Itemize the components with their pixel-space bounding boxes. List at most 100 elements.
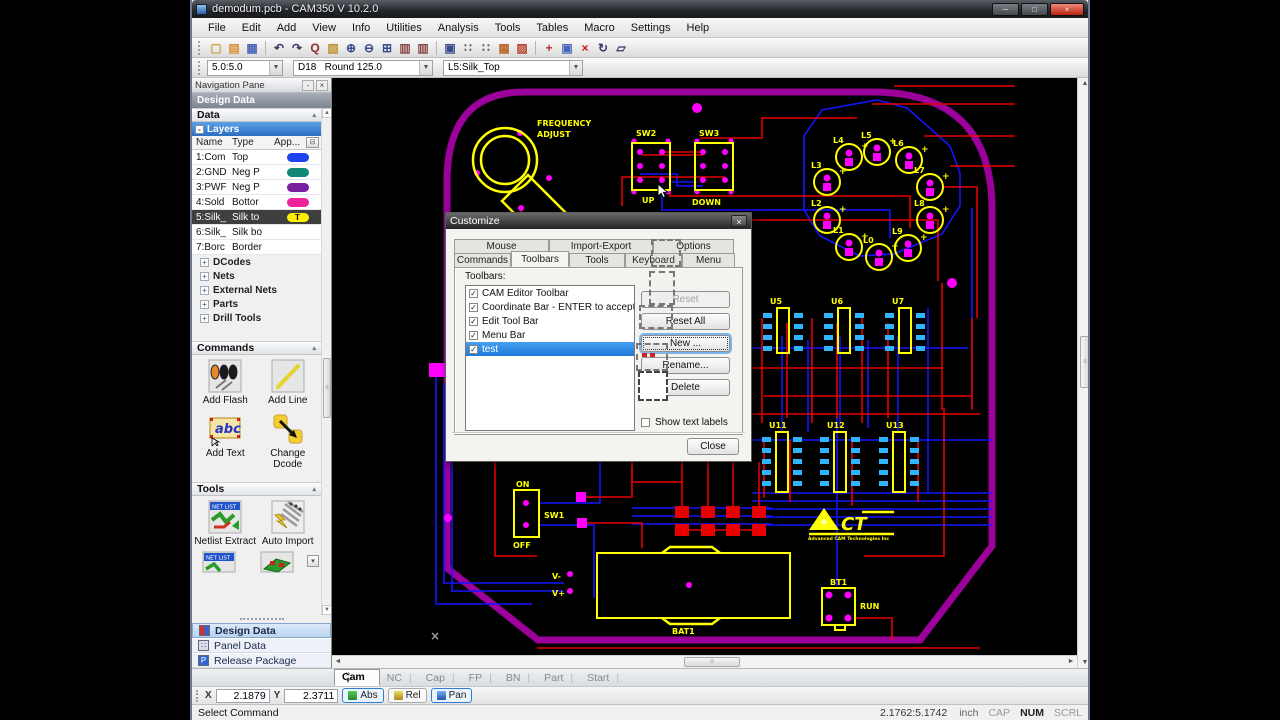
layer-color-swatch[interactable]: [287, 198, 309, 207]
toolbar-grip[interactable]: [198, 61, 202, 75]
document-tab[interactable]: BN: [499, 671, 537, 686]
abs-mode-button[interactable]: Abs: [342, 688, 383, 703]
zoom-window-icon[interactable]: ⊞: [378, 39, 396, 56]
canvas-vscrollbar[interactable]: ▲ ≡ ▼: [1077, 78, 1088, 668]
coordbar-grip[interactable]: [196, 690, 199, 702]
tools-section-header[interactable]: Tools▴: [192, 482, 321, 496]
dcode-select[interactable]: D18 Round 125.0 ▼: [293, 60, 433, 76]
colors-icon[interactable]: ▩: [495, 39, 513, 56]
dialog-tab[interactable]: Menu: [682, 253, 735, 267]
dialog-tab[interactable]: Tools: [569, 253, 625, 267]
film-icon[interactable]: ▥: [414, 39, 432, 56]
menu-item[interactable]: Tools: [487, 20, 529, 36]
pane-pin-button[interactable]: -: [302, 80, 314, 91]
design-data-button[interactable]: Design Data: [192, 623, 331, 638]
auto-import-button[interactable]: Auto Import: [257, 500, 320, 547]
menu-item[interactable]: Tables: [528, 20, 576, 36]
tree-item[interactable]: + Nets: [192, 269, 321, 283]
expand-icon[interactable]: +: [200, 272, 209, 281]
expand-icon[interactable]: +: [200, 314, 209, 323]
tools-more-button[interactable]: ▾: [307, 555, 319, 567]
redraw-icon[interactable]: ▣: [441, 39, 459, 56]
checkbox-checked-icon[interactable]: ✓: [469, 317, 478, 326]
rotate-icon[interactable]: ↻: [594, 39, 612, 56]
dialog-close-icon[interactable]: ×: [731, 215, 747, 227]
scroll-down-icon[interactable]: ▼: [1079, 657, 1088, 668]
minimize-button[interactable]: ─: [992, 3, 1019, 16]
chevron-down-icon[interactable]: ▼: [419, 61, 432, 75]
x-coordinate-input[interactable]: [216, 689, 270, 703]
layers-node[interactable]: - Layers: [192, 122, 321, 136]
rel-mode-button[interactable]: Rel: [388, 688, 427, 703]
add-text-button[interactable]: abc Add Text: [194, 412, 257, 470]
layer-row[interactable]: 5:Silk_ Silk to T: [192, 210, 321, 225]
layer-color-swatch[interactable]: [287, 228, 309, 237]
release-package-button[interactable]: P Release Package: [192, 653, 331, 668]
document-tab[interactable]: Start: [580, 671, 626, 686]
menu-item[interactable]: Settings: [623, 20, 679, 36]
query-icon[interactable]: Q: [306, 39, 324, 56]
grid-select[interactable]: 5.0:5.0 ▼: [207, 60, 283, 76]
dialog-tab[interactable]: Commands: [454, 253, 511, 267]
delete-icon[interactable]: ×: [576, 39, 594, 56]
layer-row[interactable]: 4:Sold Bottor: [192, 195, 321, 210]
expand-icon[interactable]: +: [200, 300, 209, 309]
pane-close-button[interactable]: ×: [316, 80, 328, 91]
layer-row[interactable]: 6:Silk_ Silk bo: [192, 225, 321, 240]
scrollbar-thumb[interactable]: ≡: [323, 358, 331, 418]
layer-color-swatch[interactable]: T: [287, 213, 309, 222]
redo-icon[interactable]: ↷: [288, 39, 306, 56]
menu-item[interactable]: Add: [269, 20, 305, 36]
document-tab[interactable]: FP: [462, 671, 499, 686]
panel-data-button[interactable]: ∷ Panel Data: [192, 638, 331, 653]
checkbox-checked-icon[interactable]: ✓: [469, 331, 478, 340]
chevron-down-icon[interactable]: ▼: [569, 61, 582, 75]
save-icon[interactable]: ▦: [243, 39, 261, 56]
pattern-icon[interactable]: ▨: [513, 39, 531, 56]
dialog-tab[interactable]: Toolbars: [511, 251, 569, 267]
data-section-header[interactable]: Data▴: [192, 108, 321, 122]
mirror-icon[interactable]: ▱: [612, 39, 630, 56]
menu-item[interactable]: Utilities: [378, 20, 429, 36]
compare-layers-icon[interactable]: [260, 551, 294, 573]
expand-icon[interactable]: +: [200, 286, 209, 295]
menu-item[interactable]: Help: [679, 20, 718, 36]
pane-resize-grip[interactable]: [192, 615, 331, 623]
toolbar-list-item[interactable]: ✓ CAM Editor Toolbar: [466, 286, 634, 300]
grid-icon[interactable]: ∷: [459, 39, 477, 56]
navigation-pane-header[interactable]: Navigation Pane - ×: [192, 78, 331, 93]
pane-scrollbar[interactable]: ▲ ≡ ▼: [321, 108, 331, 615]
canvas-hscrollbar[interactable]: ◄ ≡ ►: [332, 655, 1077, 668]
toolbar-list-item[interactable]: ✓ Coordinate Bar - ENTER to accept, @ fo…: [466, 300, 634, 314]
zoom-in-icon[interactable]: ⊕: [342, 39, 360, 56]
toolbars-listbox[interactable]: ✓ CAM Editor Toolbar ✓ Coordinate Bar - …: [465, 285, 635, 431]
document-tab[interactable]: Part: [537, 671, 580, 686]
copy-icon[interactable]: ▣: [558, 39, 576, 56]
tree-item[interactable]: + External Nets: [192, 283, 321, 297]
clean-icon[interactable]: ▧: [324, 39, 342, 56]
checkbox-checked-icon[interactable]: ✓: [469, 289, 478, 298]
collapse-icon[interactable]: ▴: [312, 485, 316, 493]
checkbox-checked-icon[interactable]: ✓: [469, 345, 478, 354]
close-dialog-button[interactable]: Close: [687, 438, 739, 455]
menu-item[interactable]: File: [200, 20, 234, 36]
netlist-import-icon[interactable]: NET LIST: [202, 551, 236, 573]
checkbox-checked-icon[interactable]: ✓: [469, 303, 478, 312]
chevron-down-icon[interactable]: ▼: [269, 61, 282, 75]
toolbar-grip[interactable]: [198, 41, 202, 55]
expand-icon[interactable]: +: [200, 258, 209, 267]
open-icon[interactable]: ▤: [225, 39, 243, 56]
dialog-title-bar[interactable]: Customize ×: [446, 213, 751, 229]
menu-item[interactable]: View: [304, 20, 344, 36]
scroll-left-icon[interactable]: ◄: [332, 657, 344, 667]
menu-item[interactable]: Edit: [234, 20, 269, 36]
close-button[interactable]: ×: [1050, 3, 1084, 16]
toolbar-overflow-icon[interactable]: »▾: [340, 670, 356, 685]
zoom-sheet-icon[interactable]: ▥: [396, 39, 414, 56]
netlist-extract-button[interactable]: NET LIST Netlist Extract: [194, 500, 257, 547]
scroll-up-icon[interactable]: ▲: [1079, 78, 1088, 89]
tree-item[interactable]: + Parts: [192, 297, 321, 311]
menu-item[interactable]: Macro: [576, 20, 623, 36]
new-icon[interactable]: ▢: [207, 39, 225, 56]
add-flash-button[interactable]: Add Flash: [194, 359, 257, 406]
